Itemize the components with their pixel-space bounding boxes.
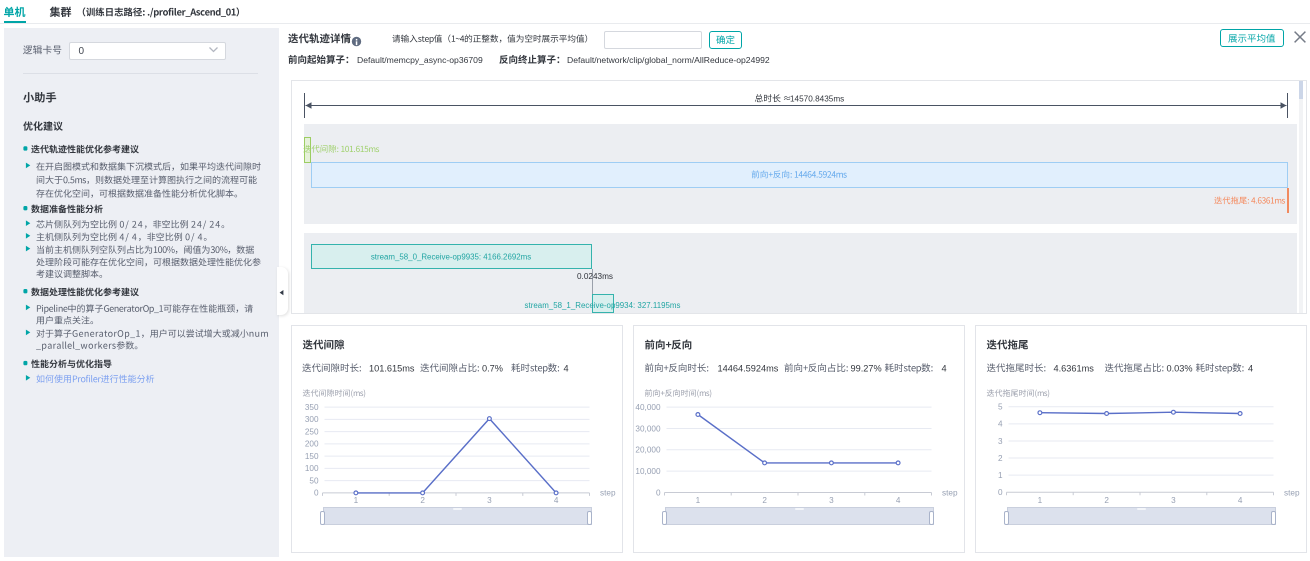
svg-text:Default/memcpy_async-op36709: Default/memcpy_async-op36709 bbox=[357, 55, 483, 65]
svg-text:Default/network/clip/global_no: Default/network/clip/global_norm/AllRedu… bbox=[567, 55, 770, 65]
